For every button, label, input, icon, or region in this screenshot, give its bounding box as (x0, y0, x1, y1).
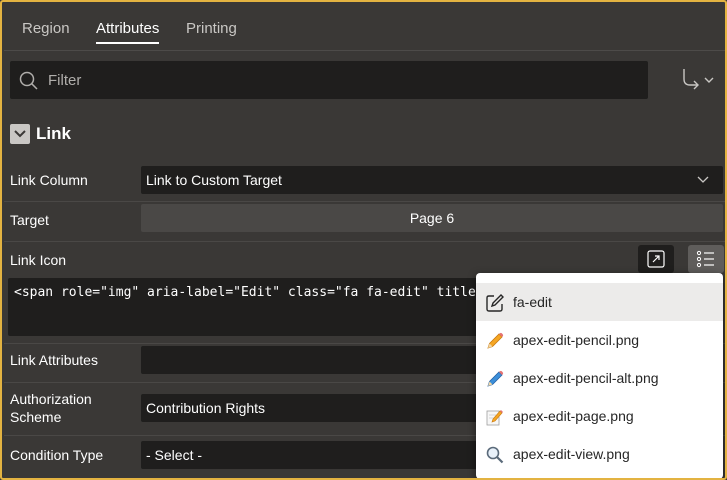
pencil-blue-icon (487, 370, 504, 387)
icon-list-popup: fa-edit apex-edit-pencil.png apex-edit-p… (476, 273, 723, 478)
icon-list-button[interactable] (688, 245, 724, 273)
filter-row (4, 51, 725, 107)
link-icon-textarea[interactable]: <span role="img" aria-label="Edit" class… (8, 278, 478, 336)
tab-region[interactable]: Region (22, 4, 70, 50)
go-to-group-button[interactable] (676, 65, 720, 95)
open-dialog-button[interactable] (638, 245, 674, 273)
link-icon-label: Link Icon (10, 252, 67, 268)
section-title: Link (36, 124, 71, 143)
chevron-down-icon (697, 176, 709, 183)
tab-attributes[interactable]: Attributes (96, 4, 160, 50)
property-editor-panel: Region Attributes Printing Link (0, 0, 727, 480)
expand-dialog-icon (647, 250, 665, 268)
icon-option-edit-view[interactable]: apex-edit-view.png (476, 435, 723, 473)
collapse-toggle[interactable] (10, 124, 30, 144)
link-attributes-input[interactable] (141, 346, 481, 374)
arrow-return-icon (683, 69, 714, 90)
pencil-icon (487, 332, 504, 349)
filter-input[interactable] (48, 61, 638, 99)
authorization-scheme-select[interactable]: Contribution Rights (141, 394, 481, 422)
magnifier-icon (486, 446, 504, 464)
link-column-value: Link to Custom Target (146, 172, 282, 188)
authorization-scheme-label: Authorization Scheme (10, 391, 92, 425)
row-divider (4, 241, 725, 242)
search-icon (19, 71, 38, 90)
link-column-label: Link Column (10, 172, 88, 188)
icon-option-edit-pencil-alt[interactable]: apex-edit-pencil-alt.png (476, 359, 723, 397)
section-header-link[interactable]: Link (4, 114, 725, 154)
target-label: Target (10, 212, 49, 228)
link-column-select[interactable]: Link to Custom Target (141, 166, 723, 194)
edit-page-icon (486, 410, 503, 426)
tab-bar: Region Attributes Printing (4, 4, 725, 50)
condition-type-select[interactable]: - Select - (141, 441, 481, 469)
link-attributes-label: Link Attributes (10, 352, 98, 368)
icon-option-fa-edit[interactable]: fa-edit (476, 283, 723, 321)
edit-square-icon (486, 294, 504, 312)
icon-option-edit-page[interactable]: apex-edit-page.png (476, 397, 723, 435)
list-icon (696, 250, 714, 268)
target-button[interactable]: Page 6 (141, 204, 723, 232)
icon-option-edit-pencil[interactable]: apex-edit-pencil.png (476, 321, 723, 359)
condition-type-label: Condition Type (10, 447, 104, 463)
chevron-down-icon (14, 130, 26, 138)
tab-printing[interactable]: Printing (186, 4, 237, 50)
row-divider (4, 201, 725, 202)
filter-field (10, 61, 648, 99)
